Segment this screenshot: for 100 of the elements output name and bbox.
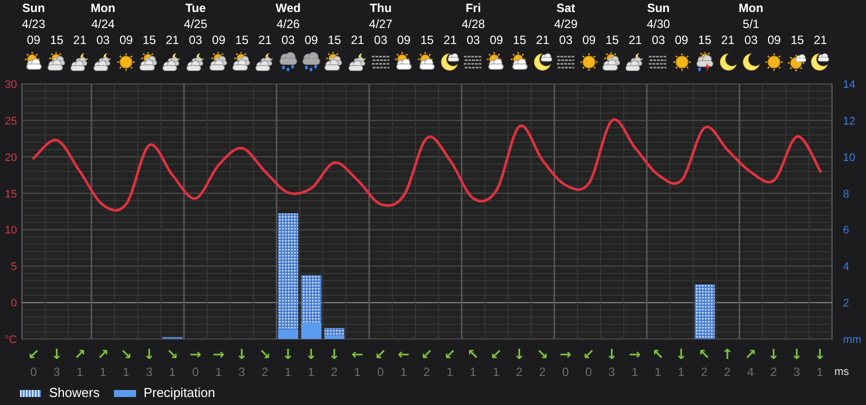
sun-icon (578, 52, 600, 74)
wind-arrow: ↖ (467, 346, 479, 364)
hour-label: 15 (512, 32, 526, 48)
temperature-axis-label: 5 (10, 261, 17, 274)
hour-label: 21 (166, 32, 180, 48)
wind-speed: 1 (492, 364, 500, 380)
wind-speed: 0 (30, 364, 37, 380)
legend-label: Precipitation (144, 384, 216, 402)
wind-arrow: ↙ (28, 346, 40, 364)
precipitation-bar (301, 322, 322, 339)
temperature-axis-label: 0 (10, 298, 17, 310)
hour-label: 21 (628, 32, 642, 48)
rain-cloud-icon (300, 52, 322, 74)
wind-speed: 1 (308, 364, 314, 380)
hour-label: 21 (258, 32, 272, 48)
wind-speed: 3 (793, 364, 800, 380)
hour-label: 03 (188, 32, 202, 48)
day-label: Sun (22, 1, 45, 16)
day-label: Mon (738, 1, 764, 16)
wind-speed: 3 (238, 364, 246, 380)
wind-arrow: ↑ (721, 346, 734, 364)
date-label: 4/24 (91, 16, 115, 32)
wind-arrow: ↓ (50, 346, 63, 364)
wind-speed: 1 (354, 364, 361, 380)
precipitation-axis-label: 10 (843, 152, 856, 164)
day-label: Sun (647, 1, 670, 16)
wind-speed: 1 (678, 364, 684, 380)
wind-arrow: ↓ (768, 346, 780, 364)
date-label: 4/28 (462, 16, 485, 32)
wind-speed: 1 (168, 364, 176, 380)
wind-arrow: ↗ (97, 346, 109, 364)
wind-arrow: → (628, 346, 641, 364)
wind-arrow: ↓ (814, 346, 826, 364)
hour-label: 15 (50, 32, 64, 48)
hour-label: 15 (142, 32, 156, 48)
precipitation-bar (324, 335, 344, 339)
hour-label: 03 (559, 32, 573, 48)
wind-arrow: ↓ (143, 346, 156, 364)
wind-speed: 1 (215, 364, 222, 380)
wind-arrow: ↓ (790, 346, 803, 364)
wind-speed: 1 (76, 364, 84, 380)
wind-speed: 2 (724, 364, 731, 380)
precipitation-axis-label: 2 (843, 298, 850, 310)
precipitation-axis-label: 8 (843, 188, 850, 200)
showers-bar (694, 284, 715, 339)
wind-arrow: ↗ (744, 346, 756, 364)
wind-speed: 2 (770, 364, 777, 380)
wind-speed: 0 (585, 364, 592, 380)
hour-label: 03 (281, 32, 295, 48)
wind-arrow: ↘ (258, 346, 271, 364)
day-label: Fri (466, 1, 481, 16)
wind-arrow: ↙ (420, 346, 433, 364)
wind-arrow: ↙ (374, 346, 386, 364)
precipitation-axis-label: 6 (843, 224, 850, 237)
temperature-axis-label: 20 (4, 152, 17, 164)
precipitation-axis-label: 4 (843, 261, 850, 274)
wind-speed: 1 (446, 364, 454, 380)
moon-clouds-icon (92, 52, 114, 74)
wind-arrow: ↓ (513, 346, 526, 364)
legend-label: Showers (49, 384, 100, 402)
wind-speed: 1 (122, 364, 130, 380)
hour-label: 15 (790, 32, 804, 48)
date-label: 4/29 (554, 16, 578, 32)
day-label: Mon (90, 1, 116, 16)
hour-label: 09 (397, 32, 411, 48)
hour-label: 15 (605, 32, 619, 48)
temperature-axis-label: 10 (4, 224, 17, 237)
hour-label: 09 (490, 32, 504, 48)
wind-speed: 3 (146, 364, 153, 380)
sun-icon (115, 52, 138, 74)
date-label: 4/23 (22, 16, 46, 32)
hour-label: 15 (698, 32, 712, 48)
hour-label: 21 (536, 32, 550, 48)
wind-speed: 2 (261, 364, 268, 380)
wind-speed: 2 (538, 364, 546, 380)
storm-cloud-icon (694, 52, 716, 74)
wind-arrow: ↖ (652, 346, 664, 364)
wind-arrow: ↓ (236, 346, 248, 364)
sun-cloud-icon (786, 52, 808, 74)
hour-label: 15 (235, 32, 249, 48)
hour-label: 03 (744, 32, 758, 48)
wind-arrow: ← (351, 346, 364, 364)
wind-speed: 2 (330, 364, 338, 380)
moon-clouds-icon (346, 52, 369, 74)
wind-speed: 1 (470, 364, 476, 380)
wind-arrow: ↓ (675, 346, 687, 364)
wind-speed: 2 (423, 364, 430, 380)
hour-label: 09 (674, 32, 688, 48)
wind-speed: 3 (608, 364, 616, 380)
sun-icon (763, 52, 786, 74)
wind-unit-label: ms (834, 365, 850, 380)
hour-label: 09 (767, 32, 781, 48)
hour-label: 09 (26, 32, 40, 48)
wind-arrow: ↖ (698, 346, 710, 364)
hour-label: 03 (374, 32, 388, 48)
wind-speed: 2 (700, 364, 708, 380)
wind-arrow: ↘ (166, 346, 178, 364)
wind-arrow: ↓ (606, 346, 618, 364)
wind-arrow: ← (398, 346, 410, 364)
hour-label: 21 (814, 32, 828, 48)
